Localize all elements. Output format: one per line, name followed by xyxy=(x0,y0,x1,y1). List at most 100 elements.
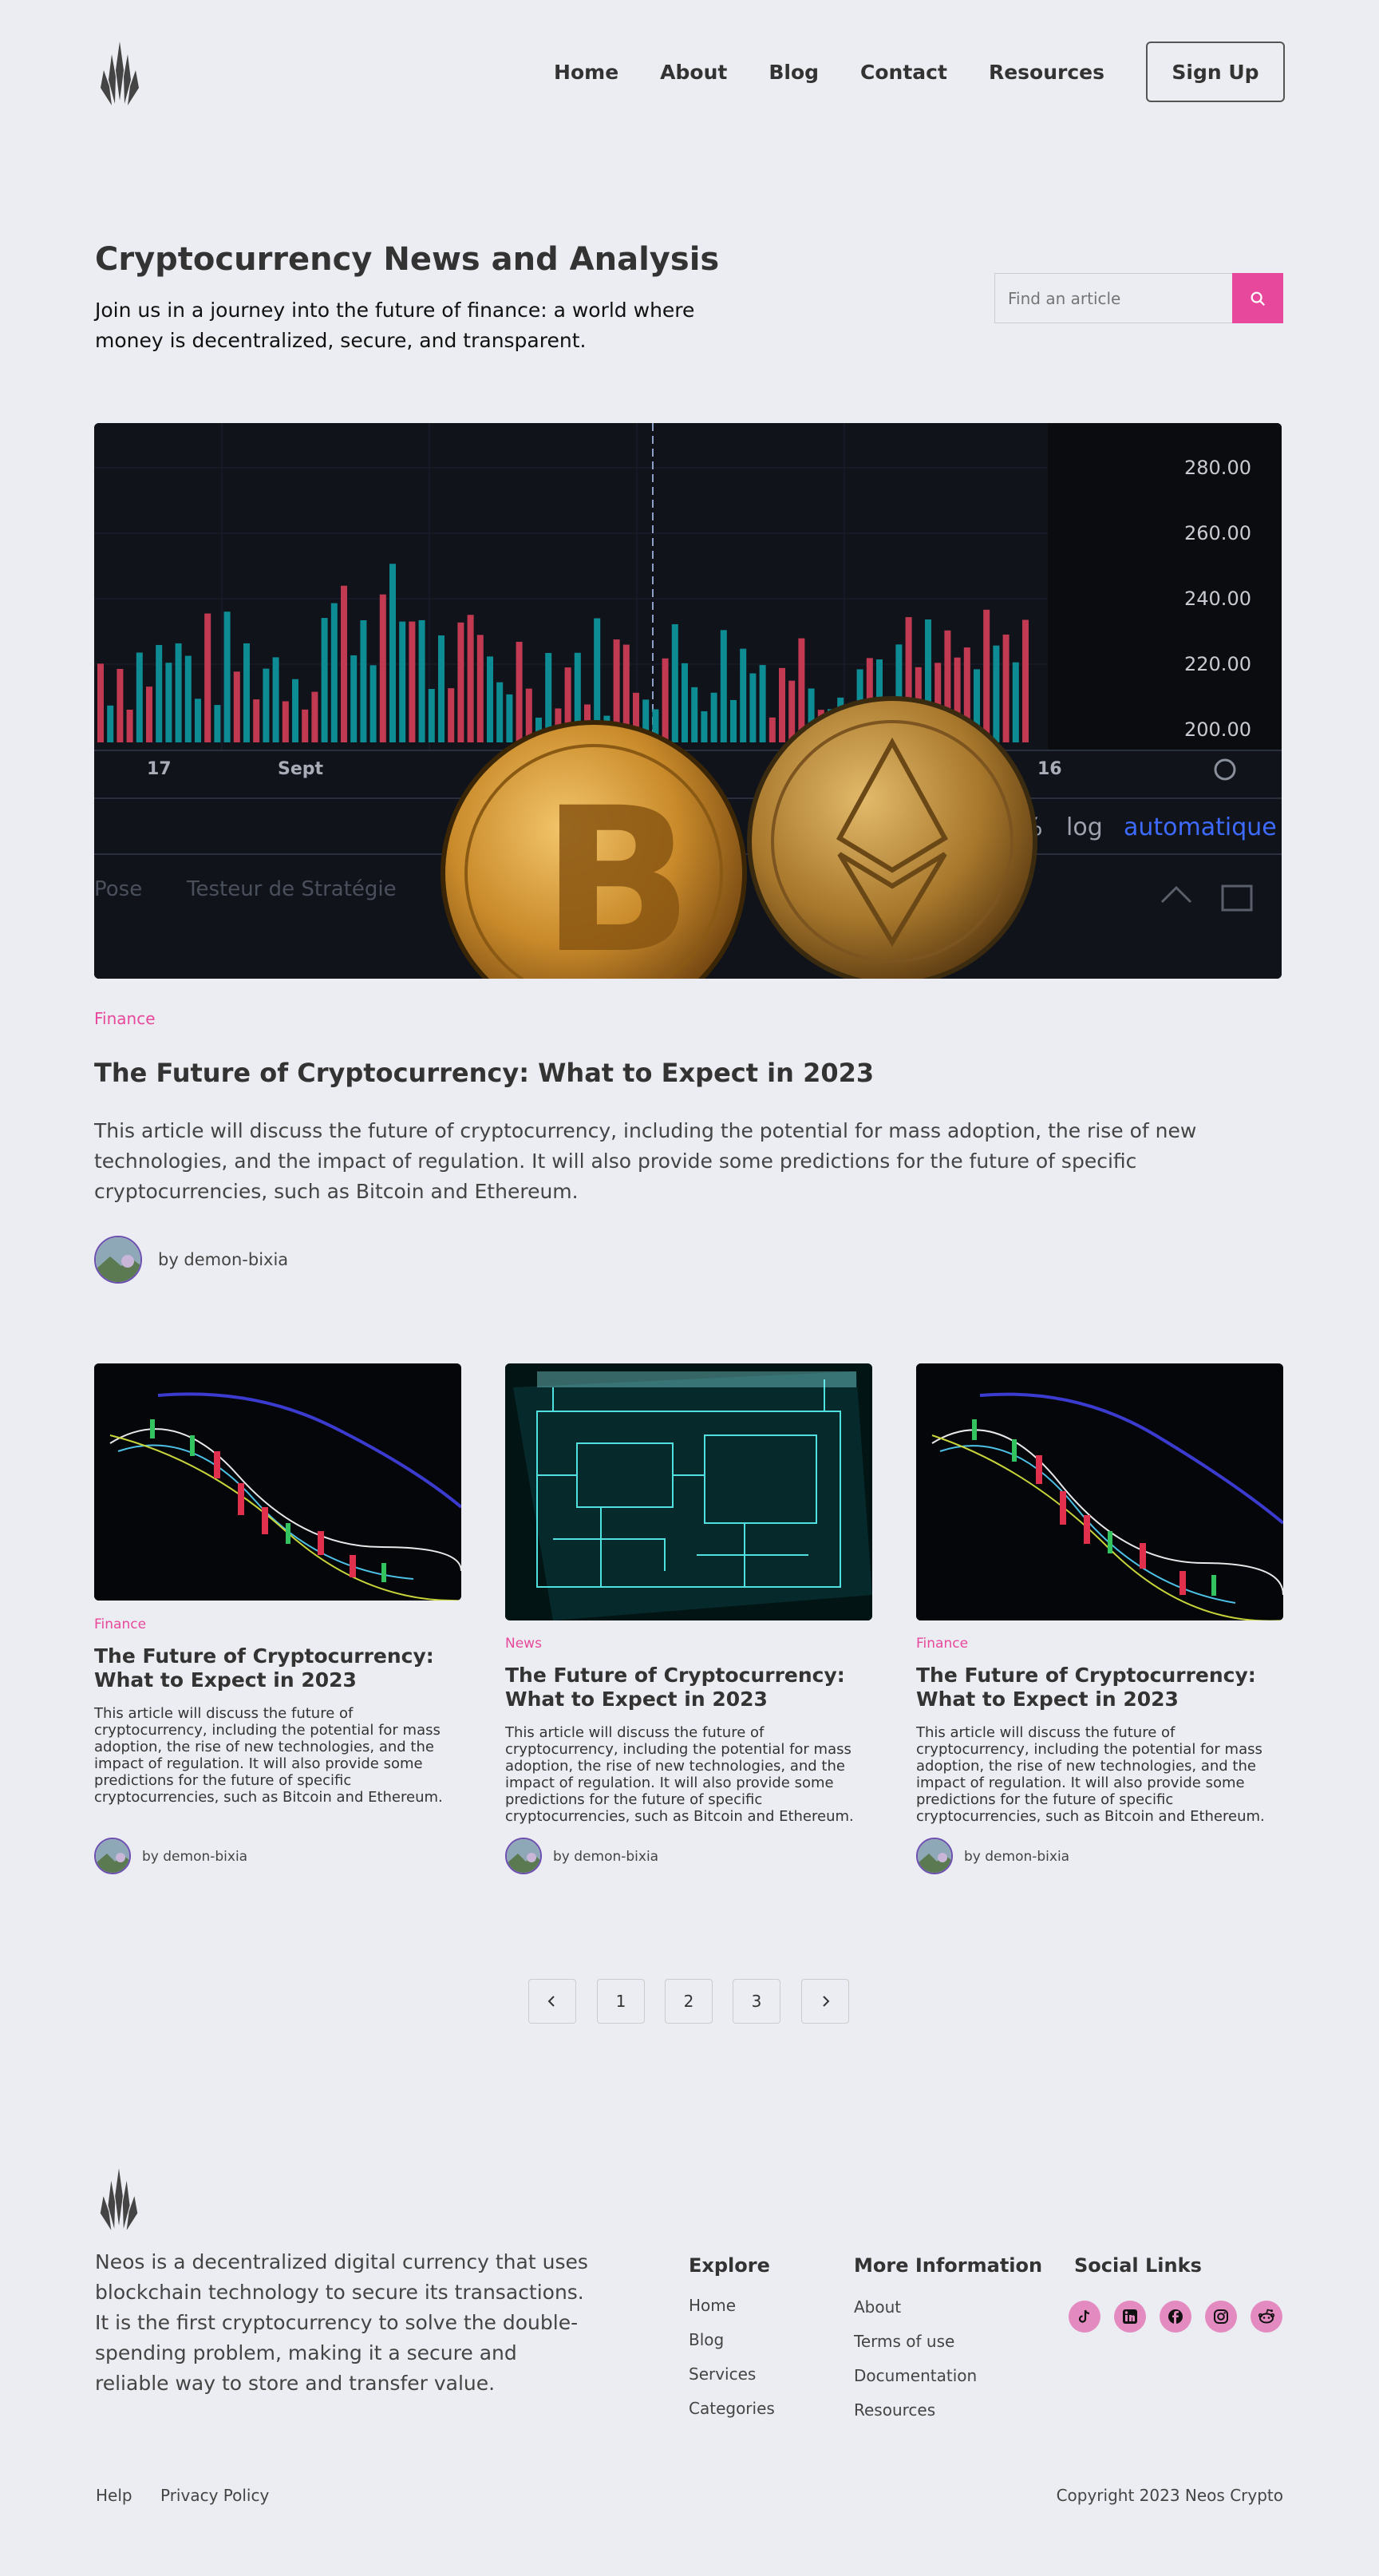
photo-bar xyxy=(341,585,347,742)
photo-bar xyxy=(302,709,309,742)
post-image[interactable] xyxy=(94,1363,461,1601)
post-excerpt: This article will discuss the future of … xyxy=(94,1705,443,1806)
search-bar xyxy=(994,273,1283,323)
search-icon xyxy=(1251,291,1266,306)
photo-bar xyxy=(448,688,455,742)
featured-author[interactable]: by demon-bixia xyxy=(158,1250,288,1269)
search-button[interactable] xyxy=(1232,273,1283,323)
post-image[interactable] xyxy=(916,1363,1283,1620)
photo-bar xyxy=(983,609,990,742)
photo-bar xyxy=(204,613,211,742)
photo-bar xyxy=(399,621,406,742)
chart-tick-label: 240.00 xyxy=(1184,588,1251,610)
search-input[interactable] xyxy=(995,274,1232,322)
pagination-page-1[interactable]: 1 xyxy=(597,1979,645,2024)
pagination-page-2[interactable]: 2 xyxy=(665,1979,713,2024)
footer-logo[interactable] xyxy=(94,2165,144,2234)
post-title[interactable]: The Future of Cryptocurrency: What to Ex… xyxy=(94,1644,461,1692)
photo-bar xyxy=(379,594,386,742)
tiktok-icon[interactable] xyxy=(1069,2301,1100,2333)
post-image[interactable] xyxy=(505,1363,872,1620)
avatar[interactable] xyxy=(94,1838,131,1874)
chevron-left-icon xyxy=(547,1996,555,2007)
photo-bar xyxy=(438,635,445,742)
post-title[interactable]: The Future of Cryptocurrency: What to Ex… xyxy=(916,1664,1283,1711)
photo-bar xyxy=(165,663,172,742)
pagination-page-3[interactable]: 3 xyxy=(733,1979,780,2024)
nav-blog[interactable]: Blog xyxy=(769,61,819,84)
photo-bar xyxy=(759,665,766,742)
photo-bar xyxy=(369,665,377,742)
photo-bar xyxy=(292,679,298,742)
nav-about[interactable]: About xyxy=(660,61,727,84)
footer-social-heading: Social Links xyxy=(1074,2254,1202,2277)
facebook-icon[interactable] xyxy=(1160,2301,1191,2333)
photo-bar xyxy=(321,618,328,742)
footer-link-terms[interactable]: Terms of use xyxy=(854,2332,954,2351)
photo-bar xyxy=(1022,619,1029,742)
photo-bar xyxy=(1002,634,1010,742)
chart-x-label: 16 xyxy=(1037,759,1062,779)
avatar[interactable] xyxy=(916,1838,953,1874)
photo-bar xyxy=(691,687,698,742)
footer-link-blog[interactable]: Blog xyxy=(689,2330,724,2349)
photo-bar xyxy=(117,668,124,742)
photo-bar xyxy=(769,717,776,742)
post-category-tag[interactable]: Finance xyxy=(94,1616,146,1632)
photo-bar xyxy=(418,619,425,742)
chart-tick-label: 220.00 xyxy=(1184,653,1251,675)
nav-resources[interactable]: Resources xyxy=(989,61,1104,84)
photo-bar xyxy=(272,657,279,742)
post-title[interactable]: The Future of Cryptocurrency: What to Ex… xyxy=(505,1664,872,1711)
footer-link-about[interactable]: About xyxy=(854,2297,901,2317)
signup-button[interactable]: Sign Up xyxy=(1146,42,1285,102)
photo-bar xyxy=(487,656,493,742)
nav-home[interactable]: Home xyxy=(554,61,618,84)
chart-control-log: log xyxy=(1066,813,1103,841)
photo-bar xyxy=(476,635,484,742)
nav-contact[interactable]: Contact xyxy=(860,61,947,84)
footer-link-categories[interactable]: Categories xyxy=(689,2399,775,2418)
page-subtitle: Join us in a journey into the future of … xyxy=(95,299,695,352)
main-nav: Home About Blog Contact Resources Sign U… xyxy=(554,42,1285,102)
footer-help-link[interactable]: Help xyxy=(96,2486,132,2505)
chart-bottom-label: Pose xyxy=(94,877,142,901)
instagram-icon[interactable] xyxy=(1205,2301,1237,2333)
logo[interactable] xyxy=(94,38,145,109)
pagination-prev-button[interactable] xyxy=(528,1979,576,2024)
photo-bar xyxy=(253,699,260,742)
photo-bar xyxy=(1012,662,1019,742)
pagination-next-button[interactable] xyxy=(801,1979,849,2024)
photo-bar xyxy=(97,663,104,742)
footer-link-documentation[interactable]: Documentation xyxy=(854,2366,977,2385)
footer-explore-heading: Explore xyxy=(689,2254,770,2277)
photo-bar xyxy=(730,699,737,742)
avatar[interactable] xyxy=(94,1236,142,1284)
footer-about-text: Neos is a decentralized digital currency… xyxy=(95,2250,588,2395)
photo-bar xyxy=(233,671,240,742)
featured-image[interactable]: 280.00 260.00 240.00 220.00 200.00 17 Se… xyxy=(94,423,1282,979)
photo-bar xyxy=(311,691,318,742)
footer-privacy-link[interactable]: Privacy Policy xyxy=(160,2486,269,2505)
photo-bar xyxy=(409,621,416,742)
post-category-tag[interactable]: News xyxy=(505,1636,542,1652)
photo-bar xyxy=(360,619,367,742)
featured-category-tag[interactable]: Finance xyxy=(94,1009,156,1028)
photo-bar xyxy=(263,668,270,742)
featured-title[interactable]: The Future of Cryptocurrency: What to Ex… xyxy=(94,1058,874,1088)
reddit-icon[interactable] xyxy=(1251,2301,1282,2333)
photo-bar xyxy=(682,663,688,742)
photo-bar xyxy=(671,623,678,742)
footer-link-resources[interactable]: Resources xyxy=(854,2400,935,2420)
post-category-tag[interactable]: Finance xyxy=(916,1636,968,1652)
chart-tick-label: 280.00 xyxy=(1184,457,1251,479)
footer-link-services[interactable]: Services xyxy=(689,2364,756,2384)
footer-link-home[interactable]: Home xyxy=(689,2296,736,2315)
post-author[interactable]: by demon-bixia xyxy=(964,1849,1069,1865)
photo-bar xyxy=(516,641,523,742)
post-author[interactable]: by demon-bixia xyxy=(142,1849,247,1865)
avatar[interactable] xyxy=(505,1838,542,1874)
post-author[interactable]: by demon-bixia xyxy=(553,1849,658,1865)
photo-bar xyxy=(350,655,358,742)
linkedin-icon[interactable] xyxy=(1114,2301,1146,2333)
